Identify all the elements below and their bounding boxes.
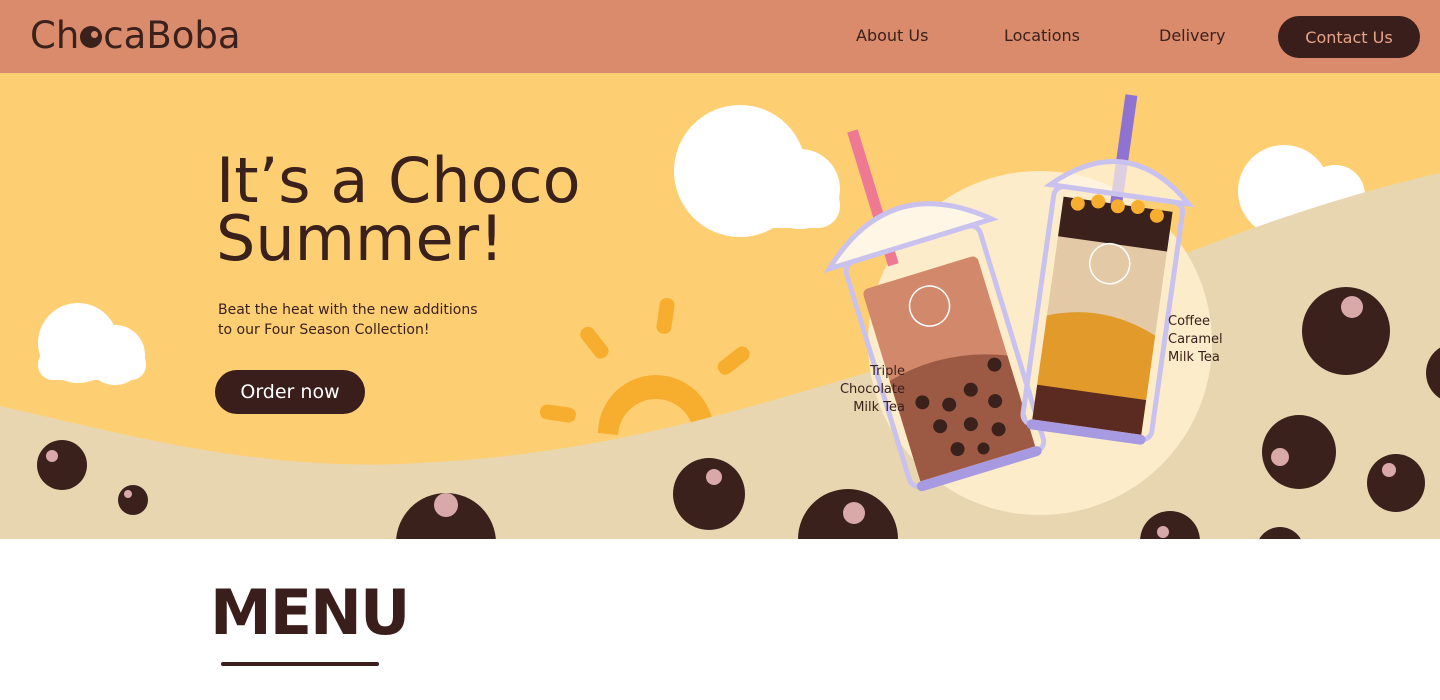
hero-title: It’s a Choco Summer! xyxy=(216,150,656,270)
label-line: Triple xyxy=(870,364,905,379)
menu-heading: MENU xyxy=(210,576,410,649)
contact-us-button[interactable]: Contact Us xyxy=(1278,16,1420,58)
nav-locations[interactable]: Locations xyxy=(1004,26,1080,45)
hero-title-line-2: Summer! xyxy=(216,202,504,275)
hero-banner: It’s a Choco Summer! Beat the heat with … xyxy=(0,73,1440,539)
nav-delivery[interactable]: Delivery xyxy=(1159,26,1225,45)
order-now-button[interactable]: Order now xyxy=(215,370,365,414)
site-header: Ch caBoba About Us Locations Delivery Con… xyxy=(0,0,1440,73)
logo-text-start: Ch xyxy=(30,14,80,57)
hero-subtitle: Beat the heat with the new additions to … xyxy=(218,300,508,340)
hero-subtitle-line-2: to our Four Season Collection! xyxy=(218,322,430,338)
hero-subtitle-line-1: Beat the heat with the new additions xyxy=(218,302,478,318)
logo-text-end: caBoba xyxy=(103,14,241,57)
menu-heading-underline xyxy=(221,662,379,666)
label-line: Chocolate xyxy=(839,382,905,397)
label-line: Caramel xyxy=(1168,332,1223,347)
boba-pearl-icon xyxy=(80,25,103,48)
label-line: Coffee xyxy=(1168,314,1210,329)
nav-about-us[interactable]: About Us xyxy=(856,26,928,45)
hero-illustration xyxy=(0,73,1440,539)
label-line: Milk Tea xyxy=(853,400,905,415)
triple-chocolate-label: Triple Chocolate Milk Tea xyxy=(800,363,905,417)
label-line: Milk Tea xyxy=(1168,350,1220,365)
brand-logo[interactable]: Ch caBoba xyxy=(30,14,241,57)
coffee-caramel-label: Coffee Caramel Milk Tea xyxy=(1168,313,1258,367)
